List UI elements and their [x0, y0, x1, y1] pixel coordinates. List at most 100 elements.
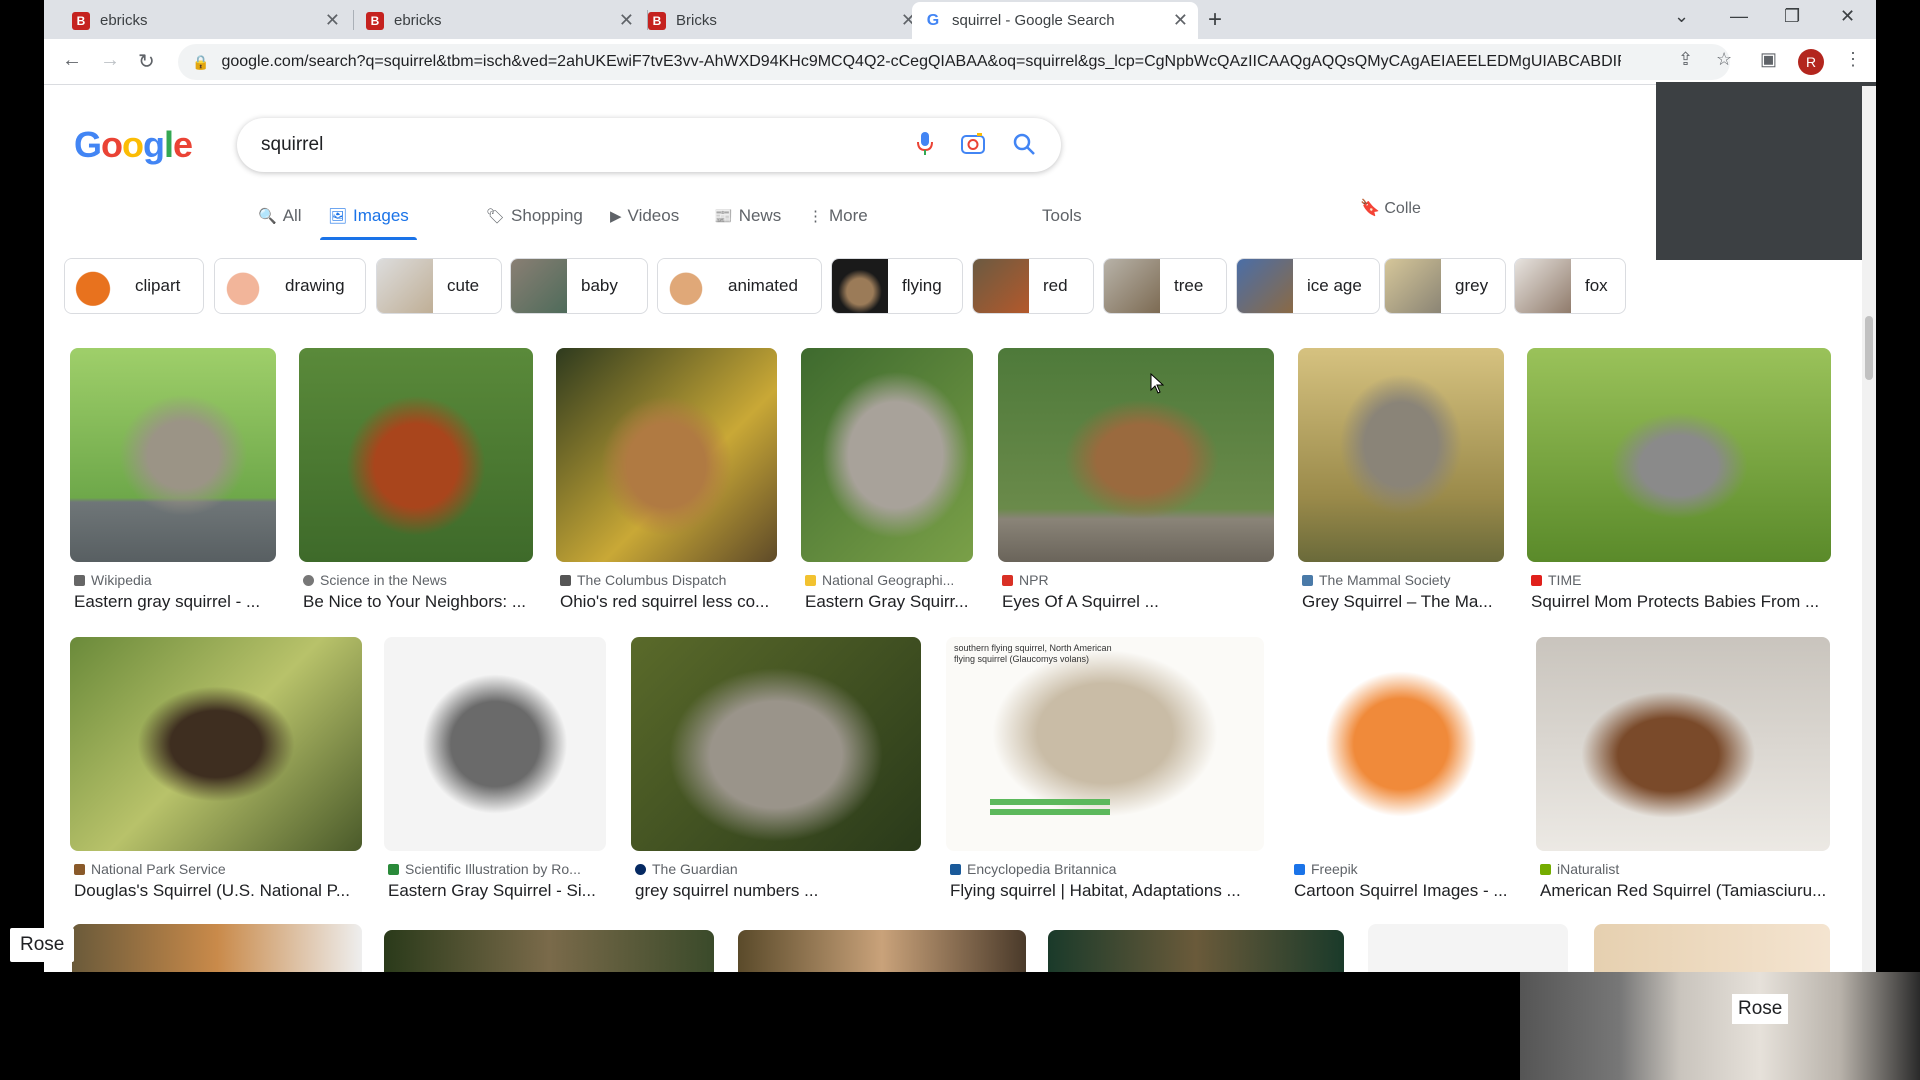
chip-fox[interactable]: fox [1514, 258, 1626, 314]
result-title[interactable]: Grey Squirrel – The Ma... [1302, 592, 1504, 612]
chip-ice-age[interactable]: ice age [1236, 258, 1380, 314]
search-input[interactable]: squirrel [237, 118, 1061, 172]
search-icon[interactable] [1012, 132, 1036, 156]
chip-red[interactable]: red [972, 258, 1094, 314]
result-title[interactable]: Cartoon Squirrel Images - ... [1294, 881, 1512, 901]
kebab-menu-icon[interactable]: ⋮ [1844, 49, 1862, 70]
image-result[interactable]: Wikipedia Eastern gray squirrel - ... [70, 348, 276, 612]
chip-baby[interactable]: baby [510, 258, 648, 314]
result-thumbnail[interactable] [1368, 924, 1568, 972]
image-result[interactable]: TIME Squirrel Mom Protects Babies From .… [1527, 348, 1831, 612]
result-source[interactable]: Freepik [1294, 861, 1512, 877]
result-source[interactable]: The Mammal Society [1302, 572, 1504, 588]
result-title[interactable]: American Red Squirrel (Tamiasciuru... [1540, 881, 1830, 901]
result-title[interactable]: Douglas's Squirrel (U.S. National P... [74, 881, 362, 901]
collections-link[interactable]: 🔖 Colle [1360, 198, 1421, 218]
result-thumbnail[interactable] [1298, 348, 1504, 562]
camera-lens-icon[interactable] [960, 132, 986, 156]
image-result[interactable] [1368, 924, 1568, 972]
search-query-text[interactable]: squirrel [261, 134, 323, 156]
url-text[interactable]: google.com/search?q=squirrel&tbm=isch&ve… [221, 53, 1621, 71]
lock-icon[interactable]: 🔒 [192, 54, 209, 71]
back-arrow-icon[interactable]: ← [62, 49, 82, 72]
tab-search-chevron-icon[interactable]: ⌄ [1674, 6, 1689, 27]
tools-button[interactable]: Tools [1042, 196, 1082, 236]
tab-bricks[interactable]: B Bricks ✕ [636, 2, 926, 39]
result-title[interactable]: Eastern gray squirrel - ... [74, 592, 276, 612]
new-tab-plus-icon[interactable]: + [1208, 6, 1222, 34]
result-thumbnail[interactable] [1048, 930, 1344, 972]
result-thumbnail[interactable] [384, 930, 714, 972]
result-thumbnail[interactable] [1527, 348, 1831, 562]
result-title[interactable]: Eastern Gray Squirr... [805, 592, 973, 612]
result-thumbnail[interactable]: southern flying squirrel, North American… [946, 637, 1264, 851]
result-title[interactable]: Ohio's red squirrel less co... [560, 592, 777, 612]
result-source[interactable]: National Park Service [74, 861, 362, 877]
result-source[interactable]: The Columbus Dispatch [560, 572, 777, 588]
result-source[interactable]: The Guardian [635, 861, 921, 877]
result-source[interactable]: iNaturalist [1540, 861, 1830, 877]
image-result[interactable]: Freepik Cartoon Squirrel Images - ... [1290, 637, 1512, 901]
tab-ebricks-2[interactable]: B ebricks ✕ [354, 2, 644, 39]
result-thumbnail[interactable] [738, 930, 1026, 972]
chip-flying[interactable]: flying [831, 258, 963, 314]
tab-more[interactable]: ⋮ More [808, 196, 868, 236]
reload-icon[interactable]: ↻ [138, 49, 155, 74]
result-title[interactable]: Eastern Gray Squirrel - Si... [388, 881, 606, 901]
scrollbar-thumb[interactable] [1865, 316, 1873, 380]
image-result[interactable]: iNaturalist American Red Squirrel (Tamia… [1536, 637, 1830, 901]
result-title[interactable]: Squirrel Mom Protects Babies From ... [1531, 592, 1831, 612]
result-source[interactable]: Science in the News [303, 572, 533, 588]
result-source[interactable]: Scientific Illustration by Ro... [388, 861, 606, 877]
result-title[interactable]: Be Nice to Your Neighbors: ... [303, 592, 533, 612]
chip-grey[interactable]: grey [1384, 258, 1506, 314]
chip-animated[interactable]: animated [657, 258, 822, 314]
google-logo[interactable]: Google [74, 124, 193, 166]
image-result[interactable] [72, 924, 362, 972]
result-thumbnail[interactable] [556, 348, 777, 562]
close-icon[interactable]: ✕ [1173, 10, 1188, 31]
image-result[interactable] [384, 930, 714, 972]
share-icon[interactable]: ⇪ [1678, 49, 1693, 70]
result-thumbnail[interactable] [998, 348, 1274, 562]
result-source[interactable]: National Geographi... [805, 572, 973, 588]
chip-clipart[interactable]: clipart [64, 258, 204, 314]
result-thumbnail[interactable] [70, 348, 276, 562]
address-bar[interactable]: 🔒 google.com/search?q=squirrel&tbm=isch&… [178, 44, 1730, 80]
result-thumbnail[interactable] [72, 924, 362, 972]
restore-icon[interactable]: ❐ [1784, 6, 1800, 27]
chip-cute[interactable]: cute [376, 258, 502, 314]
result-source[interactable]: Encyclopedia Britannica [950, 861, 1264, 877]
result-thumbnail[interactable] [384, 637, 606, 851]
window-close-icon[interactable]: ✕ [1840, 6, 1855, 27]
tab-google-search[interactable]: G squirrel - Google Search ✕ [912, 2, 1198, 39]
tab-news[interactable]: 📰 News [714, 196, 781, 236]
result-thumbnail[interactable] [299, 348, 533, 562]
result-title[interactable]: grey squirrel numbers ... [635, 881, 921, 901]
tab-ebricks-1[interactable]: B ebricks ✕ [60, 2, 350, 39]
result-thumbnail[interactable] [1536, 637, 1830, 851]
image-result[interactable] [1594, 924, 1830, 972]
page-scrollbar[interactable] [1862, 86, 1876, 972]
result-thumbnail[interactable] [70, 637, 362, 851]
image-result[interactable]: NPR Eyes Of A Squirrel ... [998, 348, 1274, 612]
microphone-icon[interactable] [914, 130, 936, 158]
image-result[interactable]: Scientific Illustration by Ro... Eastern… [384, 637, 606, 901]
result-thumbnail[interactable] [631, 637, 921, 851]
forward-arrow-icon[interactable]: → [100, 49, 120, 72]
image-result[interactable] [738, 930, 1026, 972]
image-result[interactable] [1048, 930, 1344, 972]
minimize-icon[interactable]: — [1730, 6, 1748, 27]
tab-shopping[interactable]: 🏷 Shopping [486, 196, 583, 236]
result-source[interactable]: NPR [1002, 572, 1274, 588]
image-result[interactable]: The Columbus Dispatch Ohio's red squirre… [556, 348, 777, 612]
tab-videos[interactable]: ▶ Videos [610, 196, 679, 236]
chip-tree[interactable]: tree [1103, 258, 1227, 314]
bookmark-star-icon[interactable]: ☆ [1716, 49, 1732, 70]
close-icon[interactable]: ✕ [619, 10, 634, 31]
result-thumbnail[interactable] [1290, 637, 1512, 851]
profile-avatar[interactable]: R [1798, 49, 1824, 75]
result-title[interactable]: Eyes Of A Squirrel ... [1002, 592, 1274, 612]
image-result[interactable]: National Geographi... Eastern Gray Squir… [801, 348, 973, 612]
chip-drawing[interactable]: drawing [214, 258, 366, 314]
